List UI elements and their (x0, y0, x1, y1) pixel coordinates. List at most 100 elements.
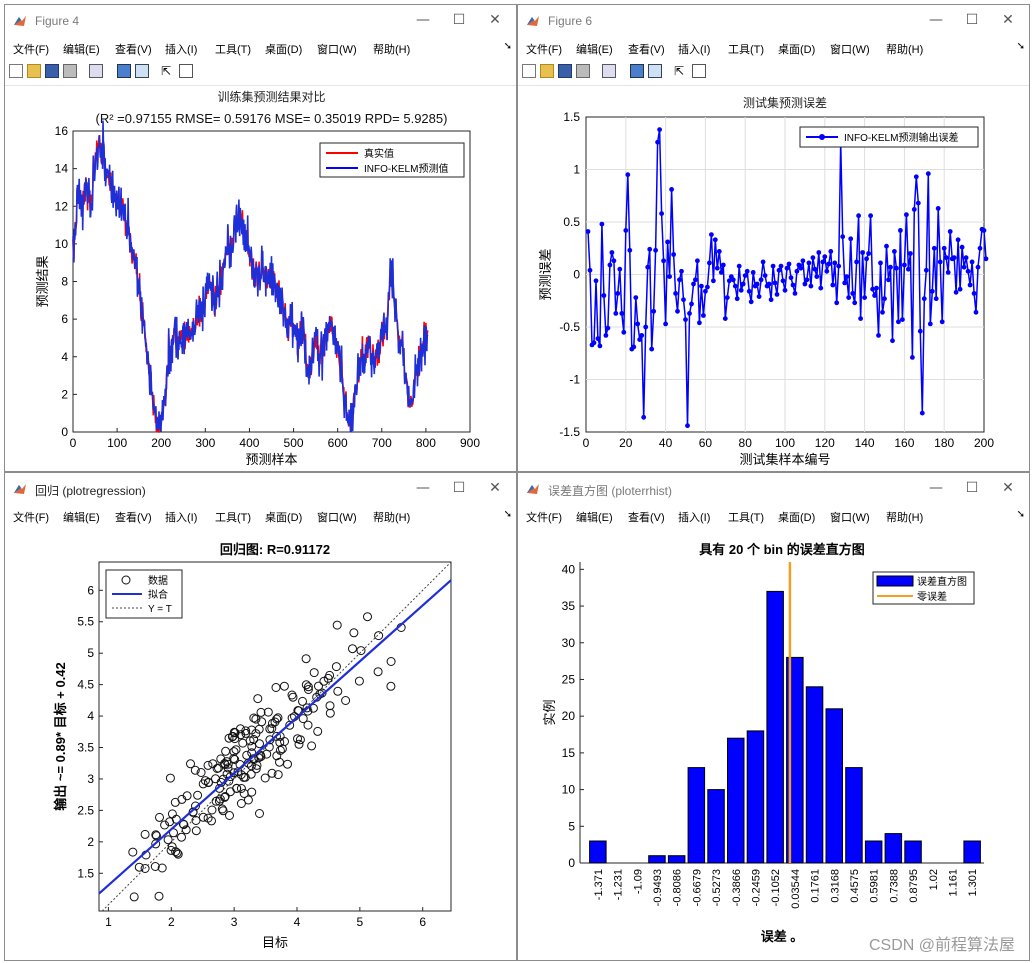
error-marker (846, 295, 852, 300)
toolbar-overflow-icon[interactable]: ➘ (504, 41, 512, 52)
menu-view[interactable]: 查看(V) (628, 509, 665, 525)
menu-tools[interactable]: 工具(T) (215, 41, 251, 57)
minimize-button[interactable]: — (921, 9, 951, 31)
pointer-icon[interactable]: ⇱ (161, 64, 175, 78)
maximize-button[interactable]: ☐ (957, 477, 987, 499)
pointer-icon[interactable]: ⇱ (674, 64, 688, 78)
x-tick-label: 40 (659, 436, 673, 450)
menu-tools[interactable]: 工具(T) (215, 509, 251, 525)
menu-window[interactable]: 窗口(W) (317, 41, 357, 57)
menu-view[interactable]: 查看(V) (115, 509, 152, 525)
property-editor-icon[interactable] (179, 64, 193, 78)
print-icon[interactable] (576, 64, 590, 78)
figure-toolbar: ⇱ (518, 59, 1029, 86)
error-marker (649, 346, 655, 352)
error-marker (701, 313, 706, 318)
error-marker (818, 285, 824, 291)
maximize-button[interactable]: ☐ (444, 477, 474, 499)
menu-edit[interactable]: 编辑(E) (576, 41, 613, 57)
histogram-bar (667, 855, 686, 864)
regression-titlebar[interactable]: 回归 (plotregression) — ☐ ✕ (5, 473, 516, 505)
print-icon[interactable] (63, 64, 77, 78)
x-tick-label: 1 (105, 915, 112, 929)
colorbar-icon[interactable] (630, 64, 644, 78)
menu-insert[interactable]: 插入(I) (165, 509, 197, 525)
error-marker (890, 338, 895, 344)
error-marker (937, 259, 943, 265)
menu-tools[interactable]: 工具(T) (728, 509, 764, 525)
maximize-button[interactable]: ☐ (444, 9, 474, 31)
error-marker (957, 286, 963, 292)
close-button[interactable]: ✕ (993, 477, 1023, 499)
colorbar-icon[interactable] (117, 64, 131, 78)
bin-center-label: -0.3866 (731, 869, 743, 906)
menu-help[interactable]: 帮助(H) (886, 509, 923, 525)
error-marker (613, 311, 619, 316)
menu-window[interactable]: 窗口(W) (830, 41, 870, 57)
menu-file[interactable]: 文件(F) (13, 509, 49, 525)
menu-view[interactable]: 查看(V) (628, 41, 665, 57)
menu-window[interactable]: 窗口(W) (317, 509, 357, 525)
close-button[interactable]: ✕ (993, 9, 1023, 31)
menu-tools[interactable]: 工具(T) (728, 41, 764, 57)
minimize-button[interactable]: — (408, 477, 438, 499)
figure-6-titlebar[interactable]: Figure 6 — ☐ ✕ (518, 5, 1029, 37)
menu-file[interactable]: 文件(F) (13, 41, 49, 57)
new-figure-icon[interactable] (522, 64, 536, 78)
error-marker (711, 278, 716, 284)
menu-desktop[interactable]: 桌面(D) (778, 41, 815, 57)
menu-insert[interactable]: 插入(I) (678, 509, 710, 525)
save-icon[interactable] (45, 64, 59, 78)
link-plot-icon[interactable] (602, 64, 616, 78)
menu-window[interactable]: 窗口(W) (830, 509, 870, 525)
error-marker (621, 329, 627, 335)
histogram-bar (727, 737, 745, 864)
error-marker (947, 229, 953, 234)
property-editor-icon[interactable] (692, 64, 706, 78)
matlab-icon (527, 16, 539, 26)
figure-4-titlebar[interactable]: Figure 4 — ☐ ✕ (5, 5, 516, 37)
minimize-button[interactable]: — (921, 477, 951, 499)
menu-help[interactable]: 帮助(H) (886, 41, 923, 57)
menu-edit[interactable]: 编辑(E) (63, 509, 100, 525)
open-file-icon[interactable] (540, 64, 554, 78)
legend-icon[interactable] (135, 64, 149, 78)
menu-help[interactable]: 帮助(H) (373, 509, 410, 525)
menu-edit[interactable]: 编辑(E) (576, 509, 613, 525)
menu-insert[interactable]: 插入(I) (165, 41, 197, 57)
link-plot-icon[interactable] (89, 64, 103, 78)
toolbar-overflow-icon[interactable]: ➘ (504, 509, 512, 520)
error-marker (675, 308, 680, 314)
menu-edit[interactable]: 编辑(E) (63, 41, 100, 57)
error-marker (661, 258, 666, 264)
menu-desktop[interactable]: 桌面(D) (778, 509, 815, 525)
close-button[interactable]: ✕ (480, 477, 510, 499)
error-histogram-titlebar[interactable]: 误差直方图 (ploterrhist) — ☐ ✕ (518, 473, 1029, 505)
legend-true-label: 真实值 (364, 147, 394, 160)
new-figure-icon[interactable] (9, 64, 23, 78)
toolbar-overflow-icon[interactable]: ➘ (1017, 509, 1025, 520)
menu-file[interactable]: 文件(F) (526, 509, 562, 525)
menu-desktop[interactable]: 桌面(D) (265, 41, 302, 57)
error-marker (758, 277, 764, 283)
legend-icon[interactable] (648, 64, 662, 78)
save-icon[interactable] (558, 64, 572, 78)
error-marker (917, 328, 923, 334)
error-marker (627, 247, 633, 253)
y-tick-label: 4 (61, 350, 68, 364)
error-marker (716, 249, 722, 254)
menu-help[interactable]: 帮助(H) (373, 41, 410, 57)
maximize-button[interactable]: ☐ (957, 9, 987, 31)
menu-insert[interactable]: 插入(I) (678, 41, 710, 57)
legend-identity-label: Y = T (148, 604, 172, 615)
menu-file[interactable]: 文件(F) (526, 41, 562, 57)
menu-desktop[interactable]: 桌面(D) (265, 509, 302, 525)
open-file-icon[interactable] (27, 64, 41, 78)
error-marker (734, 296, 740, 302)
menu-view[interactable]: 查看(V) (115, 41, 152, 57)
minimize-button[interactable]: — (408, 9, 438, 31)
window-title: 误差直方图 (ploterrhist) (548, 484, 673, 498)
y-tick-label: 2.5 (77, 803, 94, 817)
toolbar-overflow-icon[interactable]: ➘ (1017, 41, 1025, 52)
close-button[interactable]: ✕ (480, 9, 510, 31)
